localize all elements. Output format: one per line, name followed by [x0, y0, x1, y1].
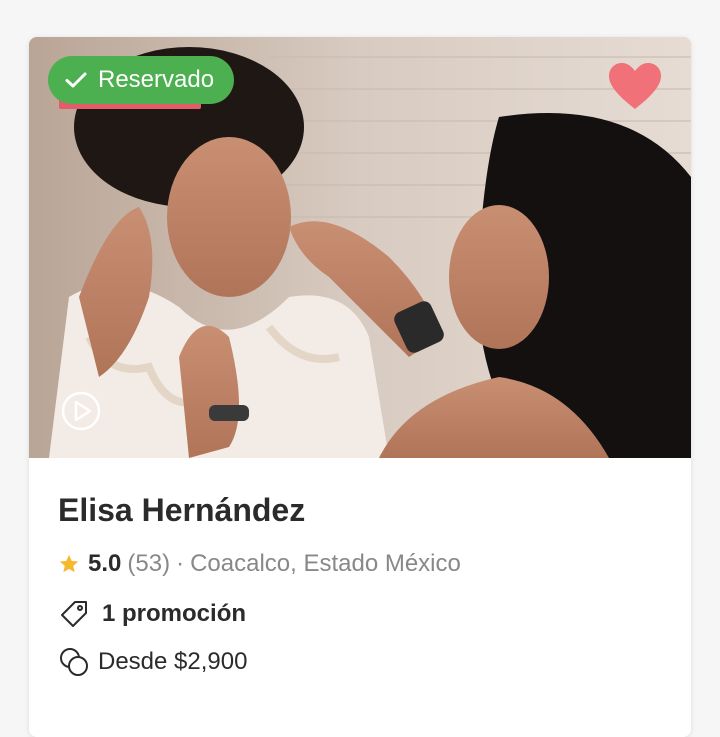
coins-icon: [60, 648, 88, 676]
play-video-button[interactable]: [60, 390, 102, 432]
rating-value: 5.0: [88, 550, 122, 577]
review-count: (53): [127, 550, 171, 577]
promotion-text: 1 promoción: [102, 600, 247, 627]
star-icon: [59, 554, 79, 573]
vendor-name[interactable]: Elisa Hernández: [58, 492, 305, 529]
checkmark-icon: [65, 72, 87, 88]
favorite-button[interactable]: [607, 61, 663, 113]
location-text: Coacalco, Estado México: [190, 550, 461, 577]
play-icon: [61, 391, 101, 431]
tag-icon: [61, 601, 87, 627]
price-row: Desde $2,900: [58, 646, 247, 678]
rating-row: 5.0 (53) · Coacalco, Estado México: [58, 550, 461, 578]
vendor-card[interactable]: Reservado Elisa Hernández 5.0 (53) · Coa…: [29, 37, 691, 737]
reserved-badge: Reservado: [48, 56, 235, 104]
separator-dot: ·: [176, 550, 185, 577]
heart-icon: [609, 63, 661, 109]
promotion-row: 1 promoción: [58, 598, 246, 630]
price-text: Desde $2,900: [98, 648, 248, 675]
reserved-badge-label: Reservado: [98, 66, 215, 93]
vendor-photo[interactable]: Reservado: [29, 37, 691, 458]
